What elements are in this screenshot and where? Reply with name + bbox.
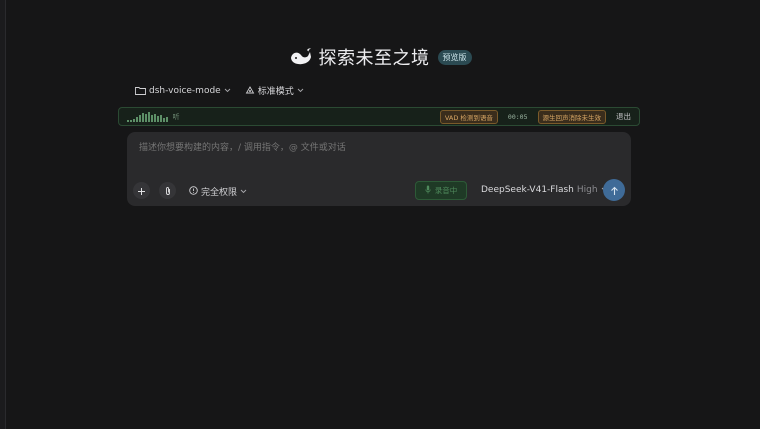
voice-mode-bar: 听 VAD 检测到语音 00:05 源生回声消除未生效 退出 [118,107,640,126]
audio-waveform [127,111,168,122]
recycle-icon [245,85,255,96]
preview-badge: 预览版 [437,49,472,65]
chevron-down-icon [297,88,304,93]
permission-label: 完全权限 [201,188,238,198]
arrow-up-icon [610,181,619,200]
paperclip-icon [164,181,172,200]
exit-voice-button[interactable]: 退出 [616,111,631,122]
shield-icon [189,185,198,198]
send-button[interactable] [603,179,625,201]
project-row: dsh-voice-mode 标准模式 [135,84,304,97]
composer: 完全权限 录音中 DeepSeek-V41-Flash High [127,132,631,206]
hero-title: 探索未至之境 [318,48,430,69]
hero-header: 探索未至之境 预览版 [0,44,760,70]
folder-label: dsh-voice-mode [149,85,221,96]
attach-button[interactable] [159,182,176,199]
model-name: DeepSeek-V41-Flash [481,185,574,195]
whale-logo-icon [289,46,313,68]
mode-selector[interactable]: 标准模式 [245,84,304,97]
recording-label: 录音中 [434,186,458,195]
voice-status: 听 [172,112,180,121]
voice-recording-button[interactable]: 录音中 [415,181,467,200]
model-effort: High [576,185,598,195]
echo-cancel-badge: 源生回声消除未生效 [537,109,606,124]
microphone-icon [425,185,431,196]
app-window: 探索未至之境 预览版 dsh-voice-mode 标准模式 听 VAD 检测到… [0,0,760,429]
chevron-down-icon [240,187,247,197]
folder-icon [135,86,146,95]
permission-selector[interactable]: 完全权限 [189,185,247,198]
mode-label: 标准模式 [257,87,294,97]
vad-badge: VAD 检测到语音 [439,109,498,124]
folder-selector[interactable]: dsh-voice-mode [135,86,231,96]
plus-icon [137,181,146,200]
chevron-down-icon [224,88,231,93]
prompt-input[interactable] [137,142,621,154]
model-selector[interactable]: DeepSeek-V41-Flash High [481,185,608,195]
add-button[interactable] [133,182,150,199]
recording-timer: 00:05 [507,112,528,121]
voice-bar-right: VAD 检测到语音 00:05 源生回声消除未生效 退出 [439,109,631,124]
